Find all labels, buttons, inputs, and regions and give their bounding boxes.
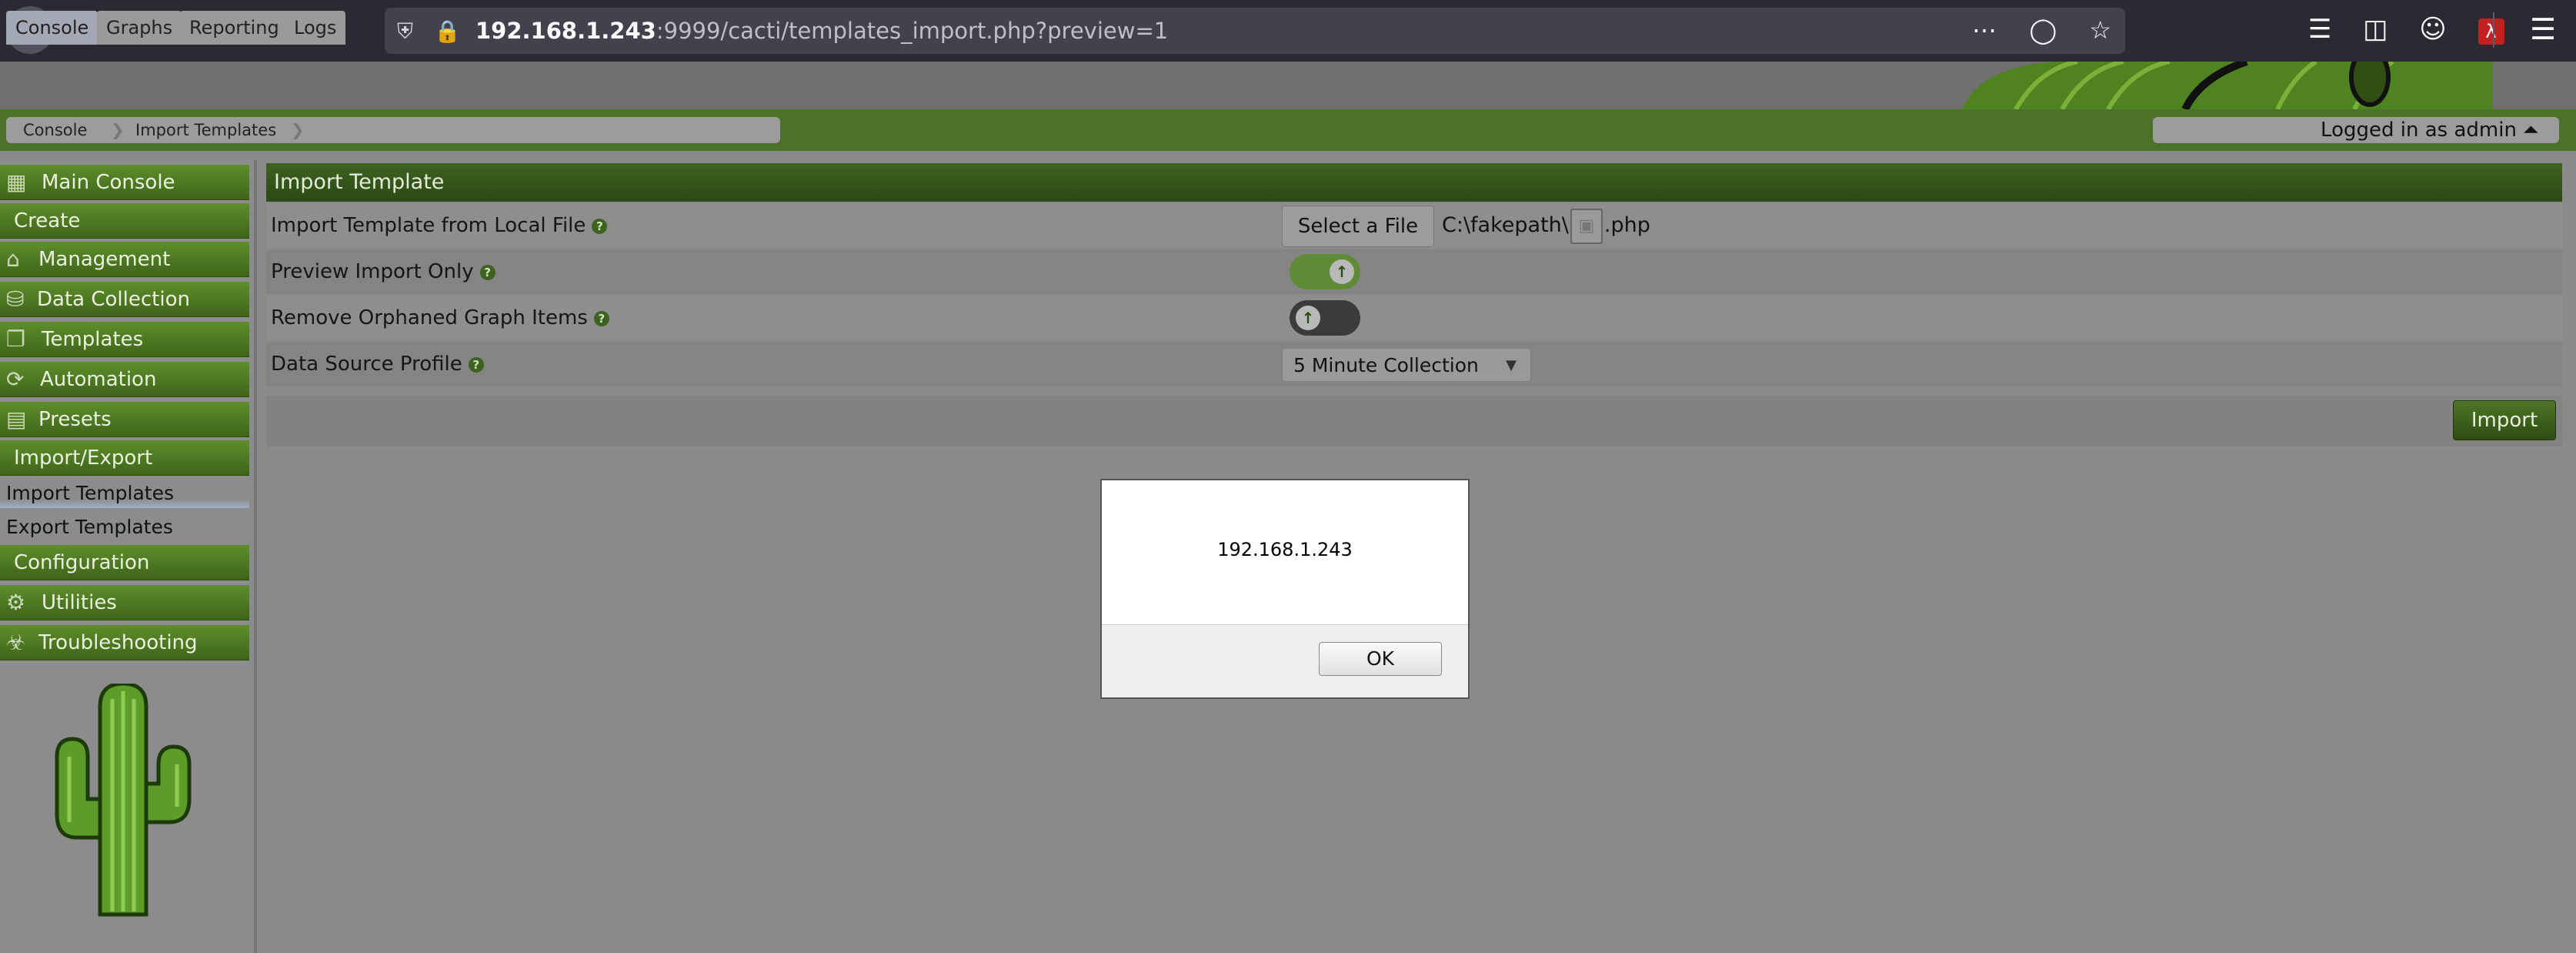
help-icon[interactable]: ?	[479, 264, 496, 280]
sidebar-item-import-export[interactable]: Import/Export	[0, 440, 249, 476]
more-actions-icon[interactable]: ⋯	[1972, 15, 1997, 45]
action-row: Import	[266, 396, 2562, 446]
sidebar-subitem-export-templates[interactable]: Export Templates	[6, 513, 173, 542]
alert-message: 192.168.1.243	[1217, 539, 1353, 560]
sidebar-item-label: Templates	[42, 328, 144, 351]
orphan-label-text: Remove Orphaned Graph Items	[271, 306, 588, 329]
row-remove-orphaned: Remove Orphaned Graph Items? ↑	[266, 296, 2562, 340]
help-icon[interactable]: ?	[468, 356, 484, 373]
sidebar-item-presets[interactable]: ▤ Presets	[0, 402, 249, 437]
sidebar-item-management[interactable]: ⌂ Management	[0, 242, 249, 277]
sidebar-item-label: Import/Export	[14, 446, 153, 470]
library-icon[interactable]: ☰	[2308, 14, 2331, 45]
selected-file-name: C:\fakepath\ ▣ .php	[1442, 203, 1650, 248]
orphan-label: Remove Orphaned Graph Items?	[271, 296, 609, 340]
user-login-status[interactable]: Logged in as admin ⏶	[2153, 117, 2559, 143]
url-text[interactable]: 192.168.1.243:9999/cacti/templates_impor…	[475, 17, 1168, 45]
sidebar-item-automation[interactable]: ⟳ Automation	[0, 362, 249, 397]
database-icon: ⛁	[6, 286, 25, 312]
bookmark-star-icon[interactable]: ☆	[2089, 15, 2111, 45]
profile-label: Data Source Profile?	[271, 342, 484, 386]
toolbar-divider	[2493, 12, 2494, 48]
chevron-down-icon: ▼	[1506, 357, 1517, 373]
copy-icon: ❐	[6, 326, 26, 352]
tab-graphs[interactable]: Graphs	[97, 11, 182, 45]
sidebar-icon[interactable]: ◫	[2363, 14, 2387, 45]
sidebar-item-data-collection[interactable]: ⛁ Data Collection	[0, 282, 249, 317]
sidebar-item-utilities[interactable]: ⚙ Utilities	[0, 585, 249, 620]
cacti-logo-icon	[55, 684, 192, 917]
sidebar-item-label: Troubleshooting	[38, 631, 198, 654]
help-icon[interactable]: ?	[593, 310, 609, 326]
sidebar-item-label: Create	[14, 209, 81, 232]
tab-logs[interactable]: Logs	[285, 11, 346, 45]
toggle-knob-icon: ↑	[1296, 306, 1320, 330]
import-button[interactable]: Import	[2453, 400, 2556, 440]
account-icon[interactable]: ☺	[2419, 14, 2446, 45]
breadcrumb-separator-icon: ❯	[111, 121, 125, 139]
profile-label-text: Data Source Profile	[271, 353, 462, 376]
remove-orphaned-toggle[interactable]: ↑	[1290, 300, 1360, 336]
sidebar-item-configuration[interactable]: Configuration	[0, 545, 249, 580]
address-bar[interactable]: ⛨ 🔒 192.168.1.243:9999/cacti/templates_i…	[385, 8, 2125, 54]
breadcrumb: Console ❯ Import Templates ❯	[6, 117, 780, 143]
insecure-lock-icon[interactable]: 🔒	[434, 18, 461, 44]
select-file-button[interactable]: Select a File	[1282, 206, 1434, 247]
breadcrumb-console[interactable]: Console	[23, 117, 87, 143]
sidebar-item-label: Management	[38, 248, 171, 271]
row-preview-import: Preview Import Only? ↑	[266, 249, 2562, 294]
tab-reporting[interactable]: Reporting	[180, 11, 289, 45]
archive-icon: ▤	[6, 406, 27, 432]
url-path: :9999/cacti/templates_import.php?preview…	[656, 18, 1169, 44]
row-data-source-profile: Data Source Profile? 5 Minute Collection…	[266, 342, 2562, 386]
sidebar-item-label: Utilities	[42, 591, 117, 614]
preview-label: Preview Import Only?	[271, 249, 496, 294]
import-file-label-text: Import Template from Local File	[271, 214, 586, 237]
import-file-label: Import Template from Local File?	[271, 203, 608, 248]
sidebar-item-label: Automation	[40, 368, 157, 391]
refresh-icon: ⟳	[6, 366, 25, 392]
breadcrumb-separator-icon: ❯	[291, 121, 305, 139]
home-icon: ⌂	[6, 246, 20, 272]
select-value: 5 Minute Collection	[1293, 354, 1479, 376]
file-path-prefix: C:\fakepath\	[1442, 213, 1569, 237]
tracking-shield-icon[interactable]: ⛨	[397, 18, 413, 45]
sidebar-item-main-console[interactable]: ▦ Main Console	[0, 165, 249, 200]
sidebar-item-label: Data Collection	[37, 288, 190, 311]
sidebar-item-templates[interactable]: ❐ Templates	[0, 322, 249, 357]
sidebar-item-label: Configuration	[14, 551, 150, 574]
preview-label-text: Preview Import Only	[271, 260, 474, 283]
data-source-profile-select[interactable]: 5 Minute Collection ▼	[1282, 348, 1531, 382]
ok-button[interactable]: OK	[1319, 642, 1442, 676]
map-icon: ▦	[6, 169, 27, 195]
sidebar-item-label: Presets	[38, 408, 112, 431]
row-import-file: Import Template from Local File? Select …	[266, 203, 2562, 248]
header-cactus-graphic	[1954, 47, 2493, 112]
browser-toolbar: ← → ↻ ⌂ ⛨ 🔒 192.168.1.243:9999/cacti/tem…	[0, 0, 2576, 62]
tab-console[interactable]: Console	[6, 11, 98, 45]
pdf-extension-icon[interactable]: λ	[2478, 18, 2504, 45]
bug-icon: ☣	[6, 630, 26, 655]
sidebar-item-label: Main Console	[42, 171, 175, 194]
pocket-icon[interactable]: ◯	[2029, 15, 2057, 45]
sidebar-item-troubleshooting[interactable]: ☣ Troubleshooting	[0, 625, 249, 660]
preview-import-toggle[interactable]: ↑	[1290, 254, 1360, 289]
alert-dialog: 192.168.1.243 OK	[1100, 479, 1470, 699]
breadcrumb-import-templates[interactable]: Import Templates	[135, 117, 276, 143]
help-icon[interactable]: ?	[592, 218, 608, 234]
toggle-knob-icon: ↑	[1330, 259, 1354, 284]
alert-footer: OK	[1102, 624, 1468, 697]
gears-icon: ⚙	[6, 590, 26, 615]
url-host: 192.168.1.243	[475, 18, 656, 44]
hamburger-menu-icon[interactable]: ☰	[2530, 12, 2556, 46]
panel-title: Import Template	[266, 163, 2562, 202]
file-thumbnail-icon: ▣	[1570, 208, 1603, 244]
sidebar-item-create[interactable]: Create	[0, 203, 249, 239]
sidebar-subitem-import-templates[interactable]: Import Templates	[0, 479, 249, 508]
file-extension: .php	[1603, 213, 1650, 237]
